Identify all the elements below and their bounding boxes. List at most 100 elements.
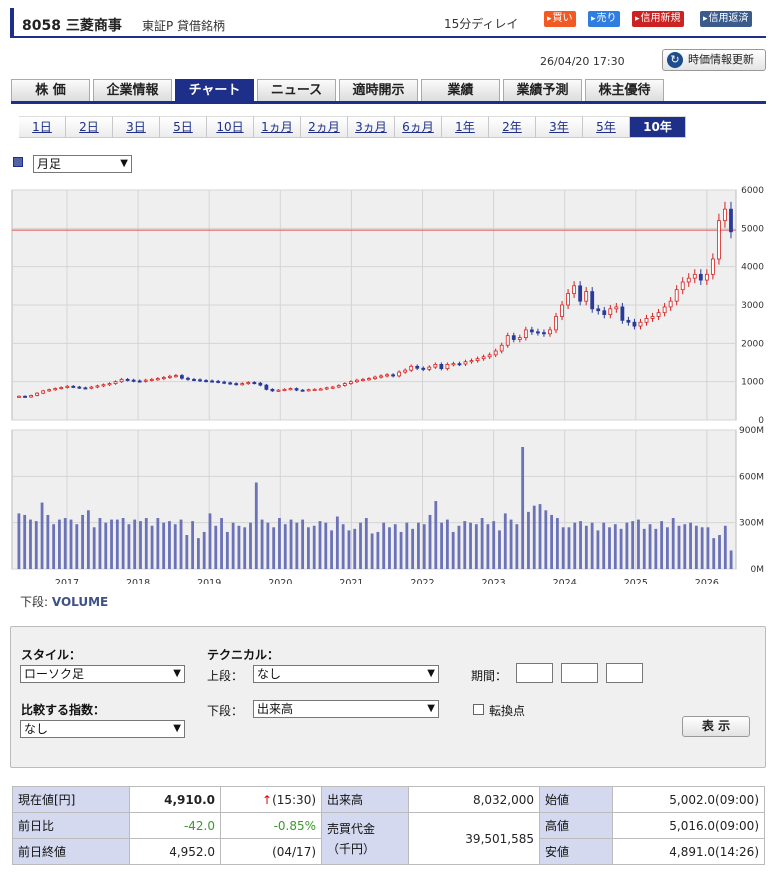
volume-bar [642,528,646,569]
volume-bar [445,519,449,569]
candle-body [35,392,40,396]
lower-indicator-select[interactable]: 出来高 [253,700,439,718]
period-3m[interactable]: 3ヵ月 [348,116,395,138]
candle-body [529,329,534,333]
period-3y[interactable]: 3年 [536,116,583,138]
candle-body [95,385,100,388]
period-1y[interactable]: 1年 [442,116,489,138]
candle-body [451,363,456,366]
candle-body [560,304,564,317]
volume-bar [654,528,658,569]
volume-bar [98,518,102,569]
turning-point-checkbox[interactable] [473,704,484,715]
year-axis-label: 2025 [624,578,648,584]
volume-bar [29,519,32,569]
volume-bar [648,524,652,569]
period-3d[interactable]: 3日 [113,116,160,138]
display-button[interactable]: 表 示 [682,716,750,737]
period-10y[interactable]: 10年 [630,116,686,138]
candle-body [361,378,365,381]
candle-body [167,375,172,378]
volume-bar [254,482,258,569]
open-value: 5,002.0(09:00) [612,786,765,813]
volume-bar [139,521,142,569]
volume-bar [173,524,177,569]
tab-news[interactable]: ニュース [257,79,336,101]
candle-body [548,329,552,335]
candle-body [161,377,166,380]
candle-body [680,281,685,291]
volume-bar [555,518,559,569]
volume-bar [266,522,270,569]
interval-select[interactable]: 月足 [33,155,132,173]
candle-body [222,381,227,384]
candle-body [572,285,577,294]
price-tick-label: 3000 [741,301,764,311]
period-5d[interactable]: 5日 [160,116,207,138]
period-6m[interactable]: 6ヵ月 [395,116,442,138]
volume-bar [214,525,218,569]
candle-body [107,383,112,386]
period-1m[interactable]: 1ヵ月 [254,116,301,138]
refresh-button[interactable]: ↻ 時価情報更新 [662,49,766,71]
volume-bar [503,513,507,569]
sell-button[interactable]: 売り [588,11,620,27]
period-input-2[interactable] [561,663,598,683]
candle-body [457,363,462,366]
period-10d[interactable]: 10日 [207,116,254,138]
compare-index-select[interactable]: なし [20,720,185,738]
tab-shareholder-benefits[interactable]: 株主優待 [585,79,664,101]
candle-body [252,382,257,385]
period-2y[interactable]: 2年 [489,116,536,138]
style-select[interactable]: ローソク足 [20,665,185,683]
tab-stock-price[interactable]: 株 価 [11,79,90,101]
candle-body [210,380,214,383]
tab-chart[interactable]: チャート [175,79,254,101]
volume-bar [498,530,501,569]
tab-earnings[interactable]: 業績 [421,79,500,101]
volume-bar [144,518,148,569]
turning-point-label: 転換点 [489,704,526,718]
tab-company-info[interactable]: 企業情報 [93,79,172,101]
period-1d[interactable]: 1日 [19,116,66,138]
volume-bar [451,531,455,569]
volume-bar [301,519,305,569]
candle-body [650,316,655,319]
candle-body [228,382,233,385]
volume-bar [677,525,681,569]
candle-body [403,369,408,373]
volume-bar [538,504,542,569]
prev-close-date: (04/17) [219,838,323,865]
volume-bar [388,527,391,569]
upper-indicator-select[interactable]: なし [253,665,439,683]
volume-bar [393,524,397,569]
volume-bar [596,530,600,569]
period-2m[interactable]: 2ヵ月 [301,116,348,138]
period-input-3[interactable] [606,663,643,683]
period-5y[interactable]: 5年 [583,116,630,138]
candle-body [487,354,492,358]
volume-bar [486,524,490,569]
year-axis-label: 2020 [268,578,292,584]
volume-bar [590,522,594,569]
year-axis-label: 2017 [55,578,79,584]
volume-bar [434,501,438,569]
period-input-1[interactable] [516,663,553,683]
candle-body [65,385,70,388]
candle-body [668,300,673,308]
volume-label: 出来高 [321,786,410,813]
tab-disclosure[interactable]: 適時開示 [339,79,418,101]
volume-bar [23,514,27,569]
period-2d[interactable]: 2日 [66,116,113,138]
candle-body [717,220,721,260]
margin-close-button[interactable]: 信用返済 [700,11,752,27]
buy-button[interactable]: 買い [544,11,576,27]
candle-body [704,273,709,281]
candle-body [554,316,558,331]
change-value: -42.0 [129,812,221,839]
open-label: 始値 [539,786,614,813]
volume-bar [457,525,461,569]
tab-forecast[interactable]: 業績予測 [503,79,582,101]
year-axis-label: 2019 [197,578,221,584]
margin-new-button[interactable]: 信用新規 [632,11,684,27]
